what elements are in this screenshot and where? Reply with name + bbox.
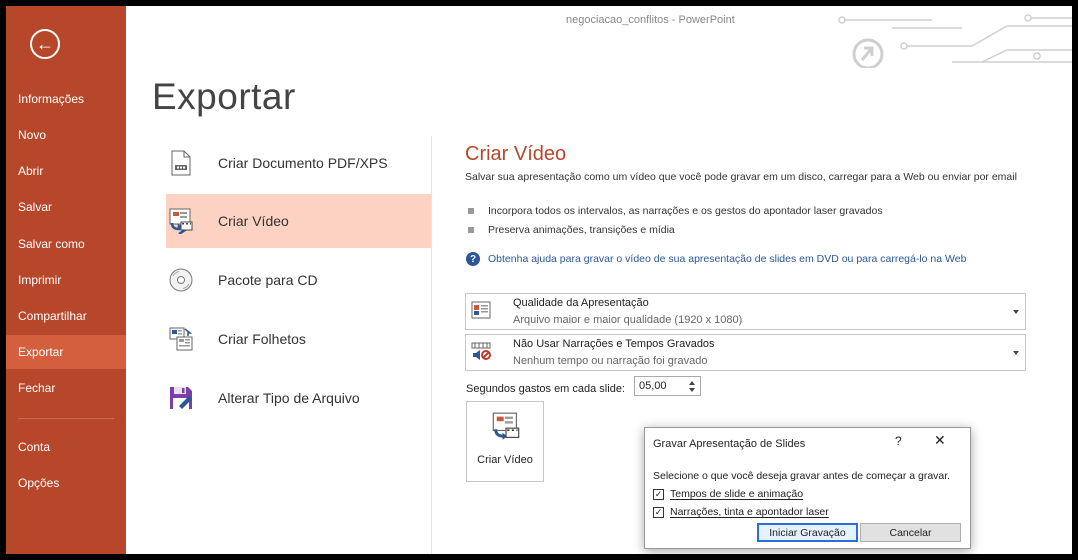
help-link[interactable]: Obtenha ajuda para gravar o vídeo de sua… [488, 253, 966, 265]
sidebar-item-exportar[interactable]: Exportar [6, 335, 126, 369]
bullet-text: Incorpora todos os intervalos, as narraç… [488, 205, 883, 217]
export-option-handouts[interactable]: Criar Folhetos [166, 312, 432, 366]
back-arrow-icon[interactable]: ← [30, 29, 60, 59]
sidebar-item-conta[interactable]: Conta [6, 430, 126, 464]
export-option-label: Pacote para CD [218, 272, 318, 288]
help-question-icon: ? [466, 252, 480, 266]
close-icon[interactable]: ✕ [934, 432, 946, 449]
create-video-label: Criar Vídeo [477, 454, 533, 466]
start-recording-button[interactable]: Iniciar Gravação [757, 523, 858, 542]
dialog-title: Gravar Apresentação de Slides [653, 438, 806, 450]
spin-up-icon[interactable] [689, 381, 695, 385]
export-option-label: Criar Folhetos [218, 331, 306, 347]
narration-dropdown[interactable]: Não Usar Narrações e Tempos Gravados Nen… [465, 334, 1026, 371]
seconds-per-slide-input[interactable] [635, 377, 683, 395]
column-divider [431, 136, 432, 554]
dialog-help-icon[interactable]: ? [895, 434, 902, 448]
circuit-decoration-icon [838, 14, 1072, 68]
presentation-quality-icon [471, 300, 493, 324]
sidebar-item-fechar[interactable]: Fechar [6, 371, 126, 405]
checkbox-slide-timings[interactable]: ✓ Tempos de slide e animação [653, 488, 803, 500]
narration-timing-icon [471, 341, 493, 365]
narration-title: Não Usar Narrações e Tempos Gravados [513, 338, 715, 350]
video-icon [492, 412, 520, 442]
spin-down-icon[interactable] [689, 388, 695, 392]
feature-bullet: Incorpora todos os intervalos, as narraç… [468, 205, 883, 217]
feature-bullet: Preserva animações, transições e mídia [468, 224, 675, 236]
sidebar-item-imprimir[interactable]: Imprimir [6, 263, 126, 297]
export-option-label: Alterar Tipo de Arquivo [218, 390, 360, 406]
sidebar-divider [18, 418, 114, 419]
create-video-button[interactable]: Criar Vídeo [466, 401, 544, 482]
chevron-down-icon [1013, 310, 1019, 314]
page-title: Exportar [152, 76, 296, 117]
export-option-label: Criar Vídeo [218, 213, 289, 229]
video-icon [168, 206, 194, 236]
window-title: negociacao_conflitos - PowerPoint [566, 14, 735, 26]
bullet-square-icon [468, 208, 474, 214]
handouts-icon [168, 324, 194, 354]
checkmark-icon: ✓ [653, 488, 664, 500]
section-title: Criar Vídeo [465, 143, 567, 165]
chevron-down-icon [1013, 351, 1019, 355]
sidebar-item-informacoes[interactable]: Informações [6, 82, 126, 116]
narration-subtitle: Nenhum tempo ou narração foi gravado [513, 355, 708, 367]
export-option-video[interactable]: Criar Vídeo [166, 194, 432, 248]
quality-subtitle: Arquivo maior e maior qualidade (1920 x … [513, 314, 743, 326]
sidebar-item-salvar-como[interactable]: Salvar como [6, 227, 126, 261]
sidebar-item-novo[interactable]: Novo [6, 118, 126, 152]
save-as-icon [168, 383, 194, 413]
quality-dropdown[interactable]: Qualidade da Apresentação Arquivo maior … [465, 293, 1026, 330]
sidebar-item-compartilhar[interactable]: Compartilhar [6, 299, 126, 333]
export-option-label: Criar Documento PDF/XPS [218, 155, 388, 171]
checkbox-label: Tempos de slide e animação [670, 488, 804, 500]
pdf-document-icon [168, 148, 194, 178]
export-option-change-type[interactable]: Alterar Tipo de Arquivo [166, 371, 432, 425]
checkbox-label: Narrações, tinta e apontador laser [670, 506, 829, 518]
powerpoint-backstage: ← Informações Novo Abrir Salvar Salvar c… [6, 6, 1072, 554]
help-row: ? Obtenha ajuda para gravar o vídeo de s… [466, 252, 966, 266]
dialog-message: Selecione o que você deseja gravar antes… [653, 470, 951, 482]
backstage-sidebar: ← Informações Novo Abrir Salvar Salvar c… [6, 6, 126, 554]
sidebar-item-abrir[interactable]: Abrir [6, 154, 126, 188]
checkbox-narrations[interactable]: ✓ Narrações, tinta e apontador laser [653, 506, 829, 518]
seconds-per-slide-label: Segundos gastos em cada slide: [466, 383, 625, 395]
sidebar-item-salvar[interactable]: Salvar [6, 190, 126, 224]
record-slideshow-dialog: Gravar Apresentação de Slides ? ✕ Seleci… [644, 427, 971, 549]
section-description: Salvar sua apresentação como um vídeo qu… [465, 171, 1017, 183]
sidebar-item-opcoes[interactable]: Opções [6, 466, 126, 500]
export-option-pdf[interactable]: Criar Documento PDF/XPS [166, 136, 432, 190]
export-option-cd[interactable]: Pacote para CD [166, 253, 432, 307]
quality-title: Qualidade da Apresentação [513, 297, 649, 309]
seconds-per-slide-spinner [634, 376, 701, 396]
checkmark-icon: ✓ [653, 506, 664, 518]
bullet-text: Preserva animações, transições e mídia [488, 224, 675, 236]
bullet-square-icon [468, 227, 474, 233]
cd-icon [168, 265, 194, 295]
cancel-button[interactable]: Cancelar [860, 523, 961, 542]
